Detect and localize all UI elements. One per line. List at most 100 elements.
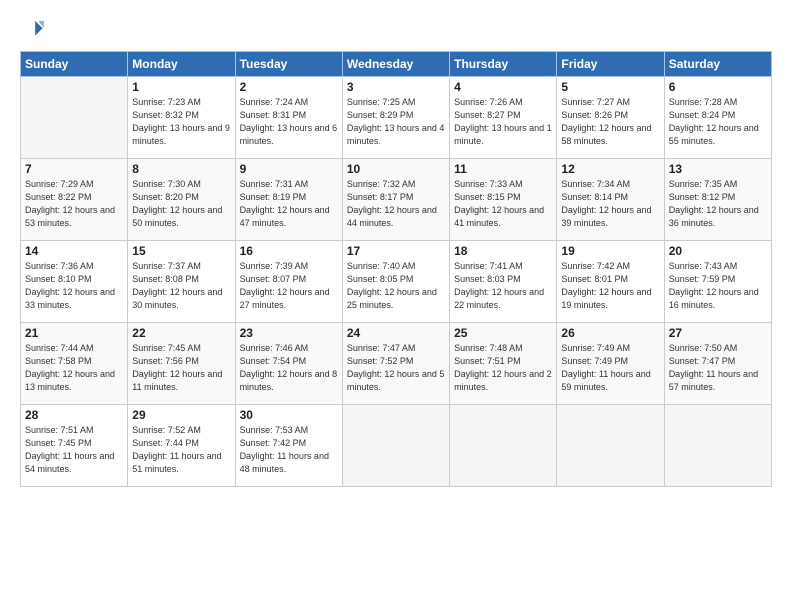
day-number: 11 <box>454 162 552 176</box>
day-info: Sunrise: 7:23 AMSunset: 8:32 PMDaylight:… <box>132 96 230 148</box>
calendar-cell: 9 Sunrise: 7:31 AMSunset: 8:19 PMDaylight… <box>235 159 342 241</box>
calendar-cell: 17 Sunrise: 7:40 AMSunset: 8:05 PMDayligh… <box>342 241 449 323</box>
calendar-cell: 22Sunrise: 7:45 AMSunset: 7:56 PMDayligh… <box>128 323 235 405</box>
day-info: Sunrise: 7:28 AMSunset: 8:24 PMDaylight:… <box>669 96 767 148</box>
day-number: 18 <box>454 244 552 258</box>
day-number: 1 <box>132 80 230 94</box>
calendar-week-row: 7 Sunrise: 7:29 AMSunset: 8:22 PMDaylight… <box>21 159 772 241</box>
calendar-cell: 26 Sunrise: 7:49 AMSunset: 7:49 PMDayligh… <box>557 323 664 405</box>
day-info: Sunrise: 7:50 AMSunset: 7:47 PMDaylight:… <box>669 342 767 394</box>
day-number: 4 <box>454 80 552 94</box>
logo-icon <box>22 18 44 40</box>
calendar-dow-monday: Monday <box>128 52 235 77</box>
calendar-dow-tuesday: Tuesday <box>235 52 342 77</box>
day-number: 27 <box>669 326 767 340</box>
day-info: Sunrise: 7:52 AMSunset: 7:44 PMDaylight:… <box>132 424 230 476</box>
day-info: Sunrise: 7:43 AMSunset: 7:59 PMDaylight:… <box>669 260 767 312</box>
day-number: 24 <box>347 326 445 340</box>
calendar-week-row: 1 Sunrise: 7:23 AMSunset: 8:32 PMDaylight… <box>21 77 772 159</box>
day-info: Sunrise: 7:42 AMSunset: 8:01 PMDaylight:… <box>561 260 659 312</box>
day-number: 29 <box>132 408 230 422</box>
calendar-cell: 21Sunrise: 7:44 AMSunset: 7:58 PMDayligh… <box>21 323 128 405</box>
calendar-cell: 28Sunrise: 7:51 AMSunset: 7:45 PMDayligh… <box>21 405 128 487</box>
day-number: 13 <box>669 162 767 176</box>
day-info: Sunrise: 7:33 AMSunset: 8:15 PMDaylight:… <box>454 178 552 230</box>
day-info: Sunrise: 7:48 AMSunset: 7:51 PMDaylight:… <box>454 342 552 394</box>
calendar-cell <box>21 77 128 159</box>
day-number: 30 <box>240 408 338 422</box>
calendar-dow-sunday: Sunday <box>21 52 128 77</box>
calendar-cell: 14Sunrise: 7:36 AMSunset: 8:10 PMDayligh… <box>21 241 128 323</box>
calendar-cell: 15 Sunrise: 7:37 AMSunset: 8:08 PMDayligh… <box>128 241 235 323</box>
day-number: 15 <box>132 244 230 258</box>
calendar-dow-wednesday: Wednesday <box>342 52 449 77</box>
calendar-cell: 16 Sunrise: 7:39 AMSunset: 8:07 PMDayligh… <box>235 241 342 323</box>
calendar-cell: 4 Sunrise: 7:26 AMSunset: 8:27 PMDaylight… <box>450 77 557 159</box>
day-number: 8 <box>132 162 230 176</box>
calendar-cell: 27 Sunrise: 7:50 AMSunset: 7:47 PMDayligh… <box>664 323 771 405</box>
logo <box>20 18 44 45</box>
day-info: Sunrise: 7:47 AMSunset: 7:52 PMDaylight:… <box>347 342 445 394</box>
day-info: Sunrise: 7:31 AMSunset: 8:19 PMDaylight:… <box>240 178 338 230</box>
day-info: Sunrise: 7:34 AMSunset: 8:14 PMDaylight:… <box>561 178 659 230</box>
calendar-cell: 19 Sunrise: 7:42 AMSunset: 8:01 PMDayligh… <box>557 241 664 323</box>
day-number: 7 <box>25 162 123 176</box>
day-info: Sunrise: 7:37 AMSunset: 8:08 PMDaylight:… <box>132 260 230 312</box>
calendar-cell: 2 Sunrise: 7:24 AMSunset: 8:31 PMDaylight… <box>235 77 342 159</box>
calendar-dow-thursday: Thursday <box>450 52 557 77</box>
day-info: Sunrise: 7:40 AMSunset: 8:05 PMDaylight:… <box>347 260 445 312</box>
day-number: 2 <box>240 80 338 94</box>
calendar-cell: 5Sunrise: 7:27 AMSunset: 8:26 PMDaylight… <box>557 77 664 159</box>
day-number: 17 <box>347 244 445 258</box>
day-number: 26 <box>561 326 659 340</box>
calendar-cell: 1 Sunrise: 7:23 AMSunset: 8:32 PMDaylight… <box>128 77 235 159</box>
day-number: 12 <box>561 162 659 176</box>
day-number: 25 <box>454 326 552 340</box>
day-info: Sunrise: 7:46 AMSunset: 7:54 PMDaylight:… <box>240 342 338 394</box>
day-info: Sunrise: 7:35 AMSunset: 8:12 PMDaylight:… <box>669 178 767 230</box>
day-info: Sunrise: 7:51 AMSunset: 7:45 PMDaylight:… <box>25 424 123 476</box>
calendar-cell <box>557 405 664 487</box>
calendar-cell: 23 Sunrise: 7:46 AMSunset: 7:54 PMDayligh… <box>235 323 342 405</box>
calendar-header-row: SundayMondayTuesdayWednesdayThursdayFrid… <box>21 52 772 77</box>
page: SundayMondayTuesdayWednesdayThursdayFrid… <box>0 0 792 612</box>
calendar-cell: 12 Sunrise: 7:34 AMSunset: 8:14 PMDayligh… <box>557 159 664 241</box>
calendar-cell: 20 Sunrise: 7:43 AMSunset: 7:59 PMDayligh… <box>664 241 771 323</box>
calendar-week-row: 14Sunrise: 7:36 AMSunset: 8:10 PMDayligh… <box>21 241 772 323</box>
day-number: 22 <box>132 326 230 340</box>
calendar-cell: 8 Sunrise: 7:30 AMSunset: 8:20 PMDaylight… <box>128 159 235 241</box>
day-info: Sunrise: 7:41 AMSunset: 8:03 PMDaylight:… <box>454 260 552 312</box>
day-number: 14 <box>25 244 123 258</box>
day-number: 16 <box>240 244 338 258</box>
day-number: 5 <box>561 80 659 94</box>
day-info: Sunrise: 7:30 AMSunset: 8:20 PMDaylight:… <box>132 178 230 230</box>
day-number: 9 <box>240 162 338 176</box>
calendar-cell: 29 Sunrise: 7:52 AMSunset: 7:44 PMDayligh… <box>128 405 235 487</box>
day-number: 23 <box>240 326 338 340</box>
calendar-cell: 10 Sunrise: 7:32 AMSunset: 8:17 PMDayligh… <box>342 159 449 241</box>
day-info: Sunrise: 7:29 AMSunset: 8:22 PMDaylight:… <box>25 178 123 230</box>
day-number: 10 <box>347 162 445 176</box>
calendar-cell: 6 Sunrise: 7:28 AMSunset: 8:24 PMDaylight… <box>664 77 771 159</box>
day-info: Sunrise: 7:49 AMSunset: 7:49 PMDaylight:… <box>561 342 659 394</box>
calendar-cell <box>342 405 449 487</box>
day-number: 6 <box>669 80 767 94</box>
calendar: SundayMondayTuesdayWednesdayThursdayFrid… <box>20 51 772 487</box>
calendar-week-row: 28Sunrise: 7:51 AMSunset: 7:45 PMDayligh… <box>21 405 772 487</box>
header <box>20 18 772 45</box>
calendar-dow-saturday: Saturday <box>664 52 771 77</box>
day-number: 20 <box>669 244 767 258</box>
day-info: Sunrise: 7:39 AMSunset: 8:07 PMDaylight:… <box>240 260 338 312</box>
day-number: 19 <box>561 244 659 258</box>
calendar-cell <box>664 405 771 487</box>
calendar-cell: 18 Sunrise: 7:41 AMSunset: 8:03 PMDayligh… <box>450 241 557 323</box>
calendar-cell: 30Sunrise: 7:53 AMSunset: 7:42 PMDayligh… <box>235 405 342 487</box>
day-number: 3 <box>347 80 445 94</box>
calendar-cell: 25 Sunrise: 7:48 AMSunset: 7:51 PMDayligh… <box>450 323 557 405</box>
day-info: Sunrise: 7:25 AMSunset: 8:29 PMDaylight:… <box>347 96 445 148</box>
calendar-cell: 11 Sunrise: 7:33 AMSunset: 8:15 PMDayligh… <box>450 159 557 241</box>
day-info: Sunrise: 7:26 AMSunset: 8:27 PMDaylight:… <box>454 96 552 148</box>
day-info: Sunrise: 7:24 AMSunset: 8:31 PMDaylight:… <box>240 96 338 148</box>
calendar-cell: 13 Sunrise: 7:35 AMSunset: 8:12 PMDayligh… <box>664 159 771 241</box>
day-info: Sunrise: 7:32 AMSunset: 8:17 PMDaylight:… <box>347 178 445 230</box>
